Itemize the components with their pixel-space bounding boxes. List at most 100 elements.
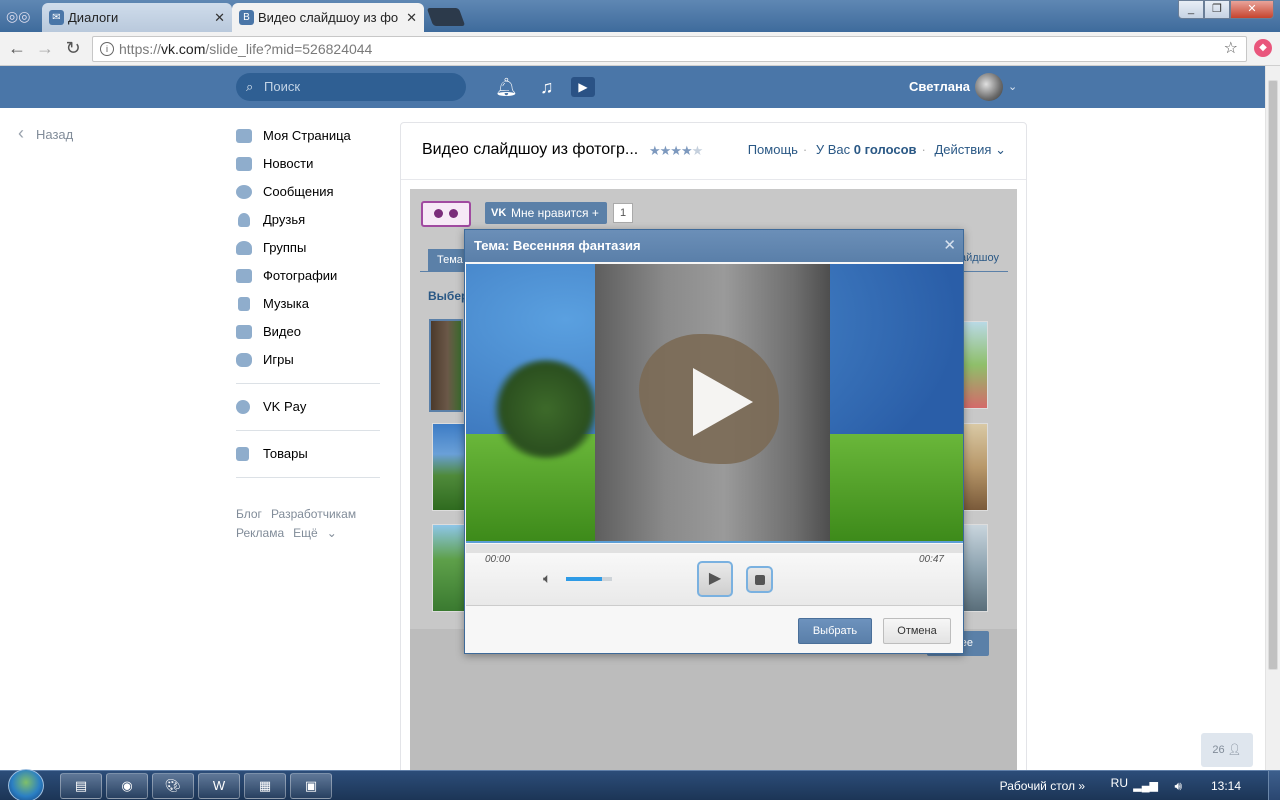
like-count: 1 — [613, 203, 633, 223]
bookmark-star-icon[interactable]: ☆ — [1224, 37, 1238, 61]
search-input[interactable]: ⌕ Поиск — [236, 73, 466, 101]
clock[interactable]: 13:14 — [1211, 771, 1241, 800]
page-scrollbar[interactable] — [1265, 66, 1280, 770]
desktop-toolbar-label[interactable]: Рабочий стол » — [1000, 771, 1085, 800]
forward-arrow-icon[interactable]: → — [34, 37, 56, 59]
paint-taskbar-icon[interactable]: 🎨︎ — [152, 773, 194, 799]
select-button[interactable]: Выбрать — [798, 618, 872, 644]
cancel-button[interactable]: Отмена — [883, 618, 951, 644]
footer-link-more[interactable]: Ещё — [293, 526, 318, 540]
info-icon[interactable]: i — [100, 42, 114, 56]
scrollbar-thumb[interactable] — [1268, 80, 1278, 670]
show-desktop-button[interactable] — [1268, 771, 1280, 800]
browser-tab-dialogs[interactable]: ✉ Диалоги ✕ — [42, 3, 232, 32]
slide-life-logo[interactable] — [421, 201, 471, 227]
url-input[interactable]: i https://vk.com/slide_life?mid=52682404… — [92, 36, 1247, 62]
bell-icon[interactable]: 🔔︎ — [495, 76, 518, 98]
language-indicator[interactable]: RU — [1111, 768, 1128, 798]
like-label: Мне нравится + — [511, 206, 599, 220]
sidebar-item-photos[interactable]: Фотографии — [236, 262, 386, 290]
online-friends-badge[interactable]: 26 👤︎ — [1201, 733, 1253, 767]
reload-icon[interactable]: ↻ — [62, 37, 84, 59]
close-icon[interactable]: ✕ — [943, 230, 956, 262]
browser-tab-slideshow[interactable]: B Видео слайдшоу из фото ✕ — [232, 3, 424, 32]
start-button[interactable] — [8, 769, 44, 800]
sidebar-item-news[interactable]: Новости — [236, 150, 386, 178]
network-icon[interactable]: ▂▄▆ — [1133, 771, 1158, 800]
sidebar-item-label: Музыка — [263, 296, 309, 311]
sidebar-item-label: Товары — [263, 446, 308, 461]
speaker-icon[interactable]: 🔈︎ — [543, 570, 551, 587]
theme-thumbnail[interactable] — [963, 524, 988, 612]
chrome-taskbar-icon[interactable]: ◉ — [106, 773, 148, 799]
video-preview[interactable] — [466, 264, 963, 542]
video-play-icon[interactable]: ▶ — [571, 77, 595, 97]
sidebar-item-games[interactable]: Игры — [236, 346, 386, 374]
window-close-button[interactable]: ✕ — [1230, 0, 1274, 19]
sidebar-item-my-page[interactable]: Моя Страница — [236, 122, 386, 150]
volume-slider[interactable] — [566, 577, 612, 581]
close-icon[interactable]: ✕ — [406, 3, 417, 32]
help-link[interactable]: Помощь — [748, 142, 798, 157]
minimize-button[interactable]: _ — [1178, 0, 1204, 19]
sidebar-item-label: VK Pay — [263, 399, 307, 414]
sidebar-item-music[interactable]: Музыка — [236, 290, 386, 318]
back-link[interactable]: ‹ Назад — [18, 124, 73, 144]
sidebar-item-label: Видео — [263, 324, 301, 339]
sidebar-item-vkpay[interactable]: VK Pay — [236, 393, 386, 421]
app-title: Видео слайдшоу из фотогр... — [422, 141, 639, 158]
like-button[interactable]: VK Мне нравится + — [485, 202, 607, 224]
music-icon — [238, 297, 250, 311]
sidebar-item-messages[interactable]: Сообщения — [236, 178, 386, 206]
divider — [236, 383, 380, 384]
volume-level — [566, 577, 602, 581]
sidebar-item-groups[interactable]: Группы — [236, 234, 386, 262]
time-current: 00:00 — [485, 554, 511, 565]
theme-thumbnail[interactable] — [429, 319, 463, 412]
user-name[interactable]: Светлана — [909, 66, 970, 108]
theme-thumbnail[interactable] — [432, 423, 466, 511]
close-icon[interactable]: ✕ — [214, 3, 225, 32]
play-button[interactable]: ▶ — [697, 561, 733, 597]
window-controls: _ ❐ ✕ — [1178, 0, 1274, 20]
footer-link-ads[interactable]: Реклама — [236, 526, 284, 540]
divider — [466, 541, 963, 543]
stop-icon — [754, 575, 765, 585]
extension-icon[interactable]: ◆ — [1254, 39, 1272, 57]
tab-slideshow[interactable]: айдшоу — [960, 252, 999, 264]
theme-thumbnail[interactable] — [963, 321, 988, 409]
messages-icon — [236, 185, 252, 199]
tab-theme[interactable]: Тема — [428, 249, 468, 271]
footer-link-blog[interactable]: Блог — [236, 507, 262, 521]
theme-thumbnail[interactable] — [432, 524, 466, 612]
sidebar-item-video[interactable]: Видео — [236, 318, 386, 346]
image-viewer-taskbar-icon[interactable]: ▣ — [290, 773, 332, 799]
votes-link[interactable]: 0 голосов — [854, 142, 917, 157]
footer-link-dev[interactable]: Разработчикам — [271, 507, 356, 521]
play-overlay-icon[interactable] — [693, 368, 753, 436]
new-tab-button[interactable] — [426, 8, 466, 26]
time-total: 00:47 — [918, 554, 944, 565]
sidebar-item-label: Моя Страница — [263, 128, 351, 143]
theme-thumbnail[interactable] — [963, 423, 988, 511]
incognito-icon: ◎◎ — [6, 8, 31, 24]
divider — [236, 430, 380, 431]
maximize-button[interactable]: ❐ — [1204, 0, 1230, 19]
seek-bar[interactable] — [466, 544, 963, 553]
music-note-icon[interactable]: ♫ — [540, 76, 554, 98]
photo-editor-taskbar-icon[interactable]: ▦ — [244, 773, 286, 799]
tab-title: Диалоги — [68, 10, 119, 25]
chevron-down-icon[interactable]: ⌄ — [1008, 66, 1017, 108]
volume-icon[interactable]: 🔊︎ — [1174, 771, 1182, 800]
sidebar-item-friends[interactable]: Друзья — [236, 206, 386, 234]
url-prefix: https:// — [119, 41, 162, 57]
sidebar-item-market[interactable]: Товары — [236, 440, 386, 468]
avatar[interactable] — [975, 73, 1003, 101]
back-arrow-icon[interactable]: ← — [6, 37, 28, 59]
explorer-taskbar-icon[interactable]: ▤ — [60, 773, 102, 799]
stop-button[interactable] — [746, 566, 773, 593]
word-taskbar-icon[interactable]: W — [198, 773, 240, 799]
sidebar-item-label: Фотографии — [263, 268, 338, 283]
actions-link[interactable]: Действия — [935, 142, 992, 157]
vkpay-icon — [236, 400, 250, 414]
